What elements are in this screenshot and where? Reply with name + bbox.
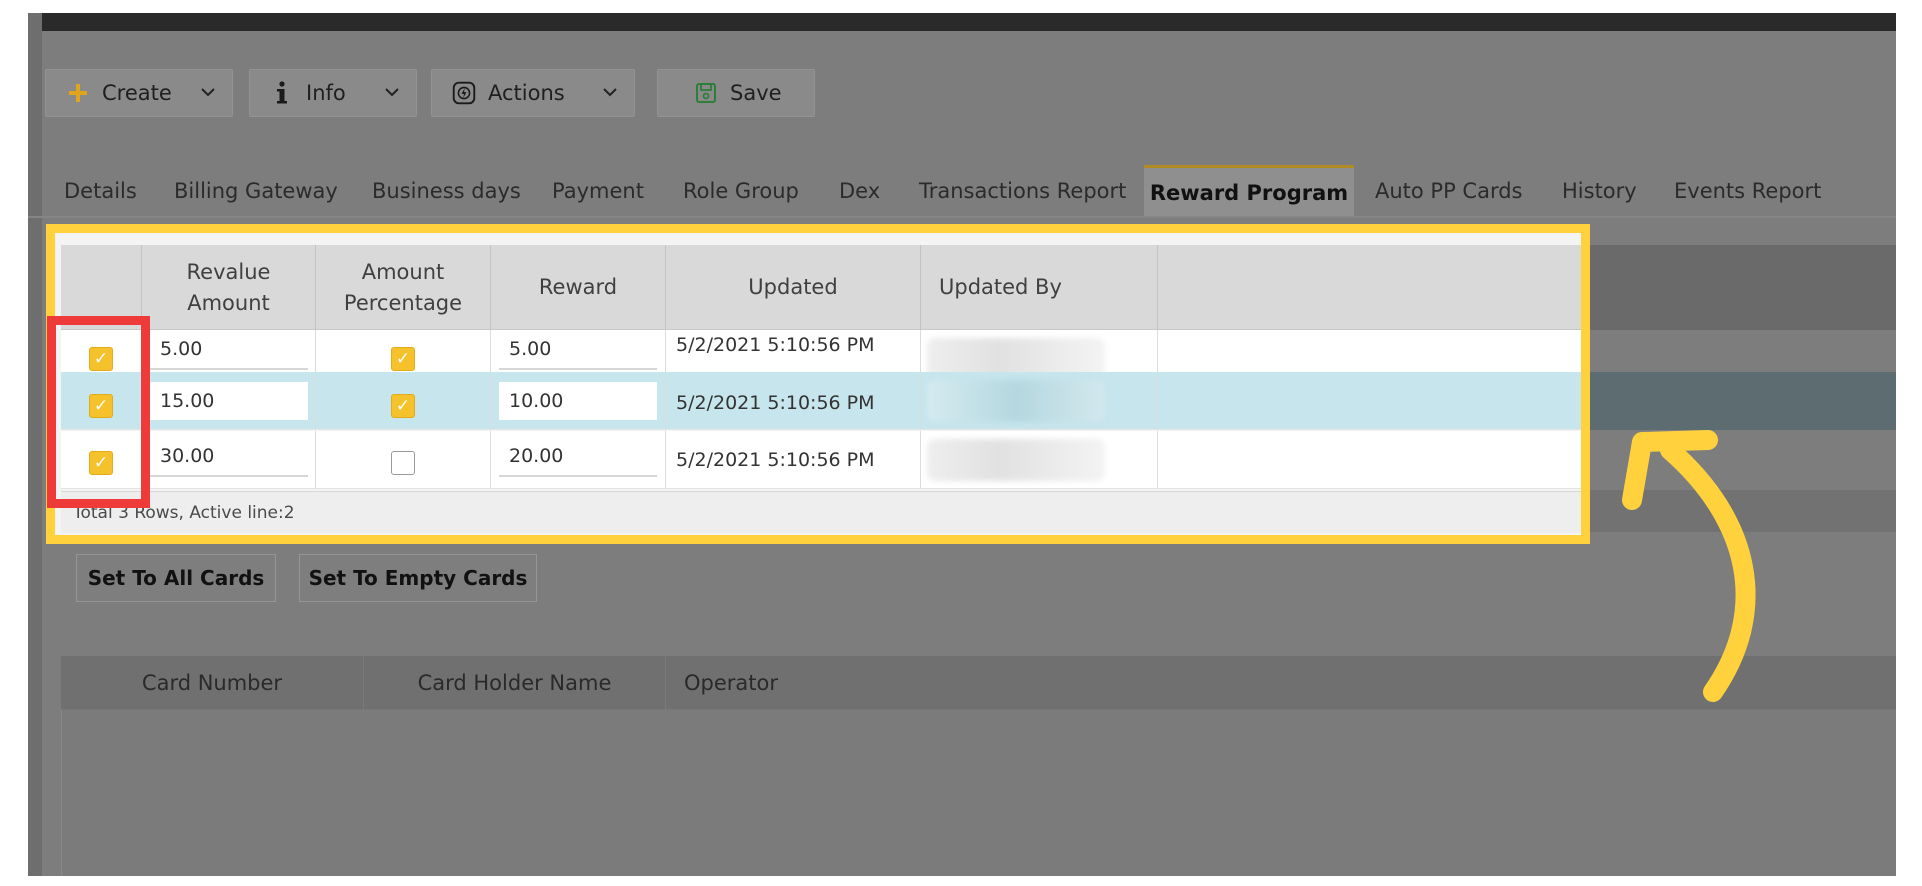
reward-cell[interactable]: 20.00	[491, 431, 666, 489]
tab-payment[interactable]: Payment	[552, 165, 644, 217]
revalue-amount-cell[interactable]: 15.00	[142, 372, 316, 430]
tab-bar: Details Billing Gateway Business days Pa…	[28, 165, 1896, 217]
reward-cell[interactable]: 10.00	[491, 372, 666, 430]
tab-divider	[28, 216, 1896, 218]
tab-dex[interactable]: Dex	[839, 165, 880, 217]
revalue-amount-cell[interactable]: 30.00	[142, 431, 316, 489]
updated-cell: 5/2/2021 5:10:56 PM	[666, 431, 921, 489]
revalue-amount-input[interactable]: 30.00	[150, 437, 308, 477]
set-to-all-cards-button[interactable]: Set To All Cards	[76, 554, 276, 602]
reward-input[interactable]: 5.00	[499, 330, 657, 370]
tab-history[interactable]: History	[1562, 165, 1637, 217]
amount-percentage-checkbox[interactable]	[391, 451, 415, 475]
actions-button[interactable]: Actions	[431, 69, 635, 117]
info-button[interactable]: Info	[249, 69, 417, 117]
revalue-amount-input[interactable]: 15.00	[150, 382, 308, 420]
chevron-down-icon	[198, 82, 218, 107]
amount-percentage-checkbox[interactable]: ✓	[391, 394, 415, 418]
cards-grid-body	[61, 710, 1896, 876]
column-header-card-holder-name[interactable]: Card Holder Name	[364, 656, 666, 710]
amount-percentage-cell[interactable]	[316, 431, 491, 489]
updated-timestamp: 5/2/2021 5:10:56 PM	[676, 392, 875, 414]
tab-events-report[interactable]: Events Report	[1674, 165, 1821, 217]
reward-grid-header: Revalue Amount Amount Percentage Reward …	[61, 245, 1581, 330]
updated-timestamp: 5/2/2021 5:10:56 PM	[676, 449, 875, 471]
amount-percentage-checkbox[interactable]: ✓	[391, 347, 415, 371]
redacted-user	[927, 439, 1105, 481]
redacted-user	[927, 380, 1105, 422]
column-header-reward[interactable]: Reward	[491, 245, 666, 330]
updated-by-cell	[921, 431, 1158, 489]
column-header-updated-by[interactable]: Updated By	[921, 245, 1158, 330]
revalue-amount-input[interactable]: 5.00	[150, 330, 308, 370]
reward-input[interactable]: 10.00	[499, 382, 657, 420]
tab-billing-gateway[interactable]: Billing Gateway	[174, 165, 338, 217]
column-header-amount-percentage[interactable]: Amount Percentage	[316, 245, 491, 330]
column-header-card-number[interactable]: Card Number	[61, 656, 364, 710]
tab-auto-pp-cards[interactable]: Auto PP Cards	[1375, 165, 1523, 217]
actions-icon	[452, 79, 476, 107]
info-icon	[270, 81, 294, 105]
annotation-arrow-icon	[1622, 430, 1756, 702]
actions-label: Actions	[488, 81, 565, 105]
chevron-down-icon	[382, 82, 402, 107]
table-row[interactable]: ✓ 30.00 20.00 5/2/2021 5:10:56 PM	[61, 431, 1581, 489]
left-edge	[28, 13, 42, 876]
plus-icon	[66, 82, 90, 104]
tab-role-group[interactable]: Role Group	[683, 165, 799, 217]
grid-header-extension	[1590, 245, 1896, 330]
table-row-active[interactable]: ✓ 15.00 ✓ 10.00 5/2/2021 5:10:56 PM	[61, 372, 1581, 430]
column-header-updated[interactable]: Updated	[666, 245, 921, 330]
create-button[interactable]: Create	[45, 69, 233, 117]
tab-details[interactable]: Details	[64, 165, 137, 217]
create-label: Create	[102, 81, 172, 105]
info-label: Info	[306, 81, 346, 105]
updated-cell: 5/2/2021 5:10:56 PM	[666, 372, 921, 430]
updated-by-cell	[921, 372, 1158, 430]
column-header-operator[interactable]: Operator	[666, 656, 966, 710]
selection-highlight-box	[47, 316, 150, 508]
column-header-revalue-amount[interactable]: Revalue Amount	[142, 245, 316, 330]
amount-percentage-cell[interactable]: ✓	[316, 372, 491, 430]
grid-status-footer: Total 3 Rows, Active line:2	[61, 491, 1581, 533]
set-to-empty-cards-button[interactable]: Set To Empty Cards	[299, 554, 537, 602]
save-button[interactable]: Save	[657, 69, 815, 117]
tab-transactions-report[interactable]: Transactions Report	[919, 165, 1126, 217]
tab-reward-program[interactable]: Reward Program	[1144, 165, 1354, 217]
save-label: Save	[730, 81, 782, 105]
tab-business-days[interactable]: Business days	[372, 165, 521, 217]
save-icon	[694, 82, 718, 104]
reward-input[interactable]: 20.00	[499, 437, 657, 477]
chevron-down-icon	[600, 82, 620, 107]
